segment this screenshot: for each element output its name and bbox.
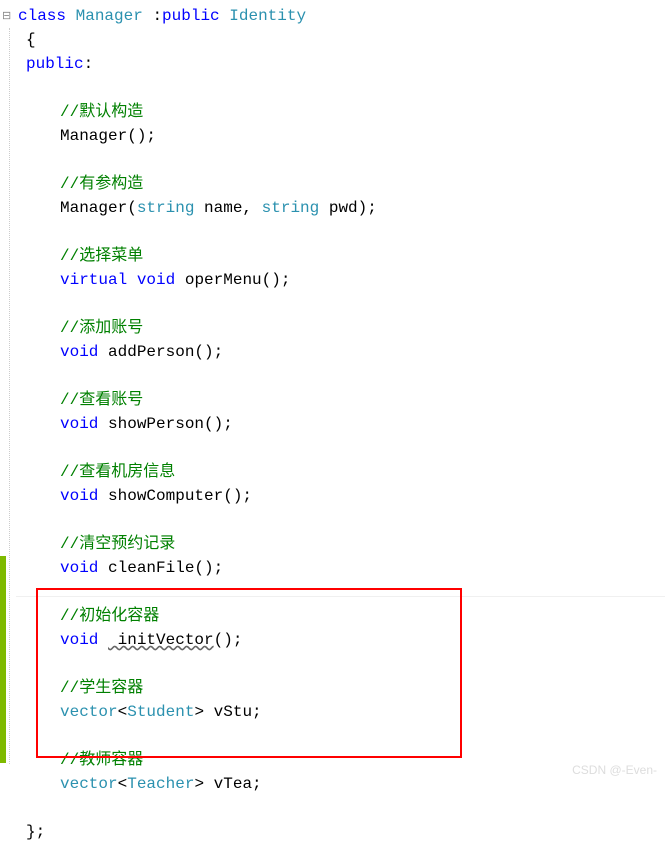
blank-line [8, 796, 665, 820]
code-line: //清空预约记录 [8, 532, 665, 556]
fold-icon[interactable]: ⊟ [2, 4, 11, 28]
comment: //查看机房信息 [60, 463, 175, 481]
base-class: Identity [220, 7, 306, 25]
keyword: class [18, 7, 66, 25]
blank-line [8, 148, 665, 172]
code-line: //添加账号 [8, 316, 665, 340]
code-line: public: [8, 52, 665, 76]
blank-line [8, 292, 665, 316]
code-line: vector<Teacher> vTea; [8, 772, 665, 796]
bracket-guide [9, 28, 10, 764]
code-line: void addPerson(); [8, 340, 665, 364]
code-line: }; [8, 820, 665, 844]
comment: //默认构造 [60, 103, 143, 121]
code-line: void showComputer(); [8, 484, 665, 508]
code-line: //有参构造 [8, 172, 665, 196]
code-line: void cleanFile(); [8, 556, 665, 580]
class-name: Manager [76, 7, 143, 25]
code-line: class Manager :public Identity [8, 4, 665, 28]
watermark: CSDN @-Even- [572, 758, 657, 782]
code-editor: ⊟ class Manager :public Identity { publi… [0, 0, 665, 844]
comment: //选择菜单 [60, 247, 143, 265]
code-line: //选择菜单 [8, 244, 665, 268]
blank-line [8, 436, 665, 460]
comment: //有参构造 [60, 175, 143, 193]
comment: //查看账号 [60, 391, 143, 409]
code-line: Manager(); [8, 124, 665, 148]
code-line: { [8, 28, 665, 52]
code-line: void showPerson(); [8, 412, 665, 436]
comment: //清空预约记录 [60, 535, 175, 553]
code-line: //查看机房信息 [8, 460, 665, 484]
blank-line [8, 220, 665, 244]
keyword: public [162, 7, 220, 25]
code-line: //默认构造 [8, 100, 665, 124]
comment: //添加账号 [60, 319, 143, 337]
code-line: Manager(string name, string pwd); [8, 196, 665, 220]
code-line: //查看账号 [8, 388, 665, 412]
highlight-box [36, 588, 462, 758]
code-line: virtual void operMenu(); [8, 268, 665, 292]
blank-line [8, 76, 665, 100]
change-marker [0, 556, 6, 763]
blank-line [8, 364, 665, 388]
blank-line [8, 508, 665, 532]
